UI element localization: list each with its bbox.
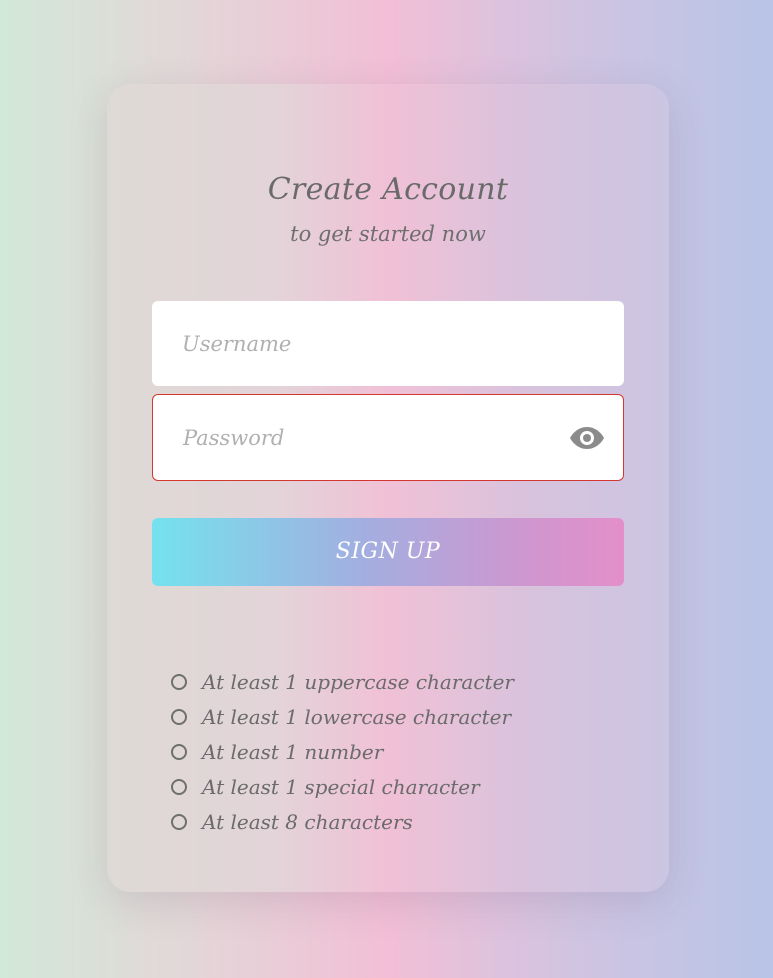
password-field[interactable]: Password [152, 394, 624, 481]
circle-outline-icon [171, 708, 187, 725]
requirement-item: At least 1 lowercase character [171, 699, 514, 734]
requirement-item: At least 1 uppercase character [171, 664, 514, 699]
page-subtitle: to get started now [290, 222, 486, 246]
requirement-item: At least 1 number [171, 734, 514, 769]
requirement-label: At least 8 characters [202, 809, 413, 834]
requirement-label: At least 1 lowercase character [202, 704, 512, 729]
username-placeholder: Username [182, 331, 292, 356]
requirement-label: At least 1 uppercase character [202, 669, 514, 694]
circle-outline-icon [171, 813, 187, 830]
circle-outline-icon [171, 778, 187, 795]
password-placeholder: Password [183, 425, 285, 450]
circle-outline-icon [171, 743, 187, 760]
password-requirements-list: At least 1 uppercase character At least … [171, 664, 514, 839]
requirement-label: At least 1 special character [202, 774, 480, 799]
requirement-item: At least 1 special character [171, 769, 514, 804]
page-title: Create Account [267, 172, 509, 207]
circle-outline-icon [171, 673, 187, 690]
sign-up-button[interactable]: SIGN UP [152, 518, 624, 586]
signup-card: Create Account to get started now Userna… [107, 84, 669, 892]
eye-icon[interactable] [569, 425, 605, 451]
requirement-item: At least 8 characters [171, 804, 514, 839]
requirement-label: At least 1 number [202, 739, 384, 764]
username-field[interactable]: Username [152, 301, 624, 386]
